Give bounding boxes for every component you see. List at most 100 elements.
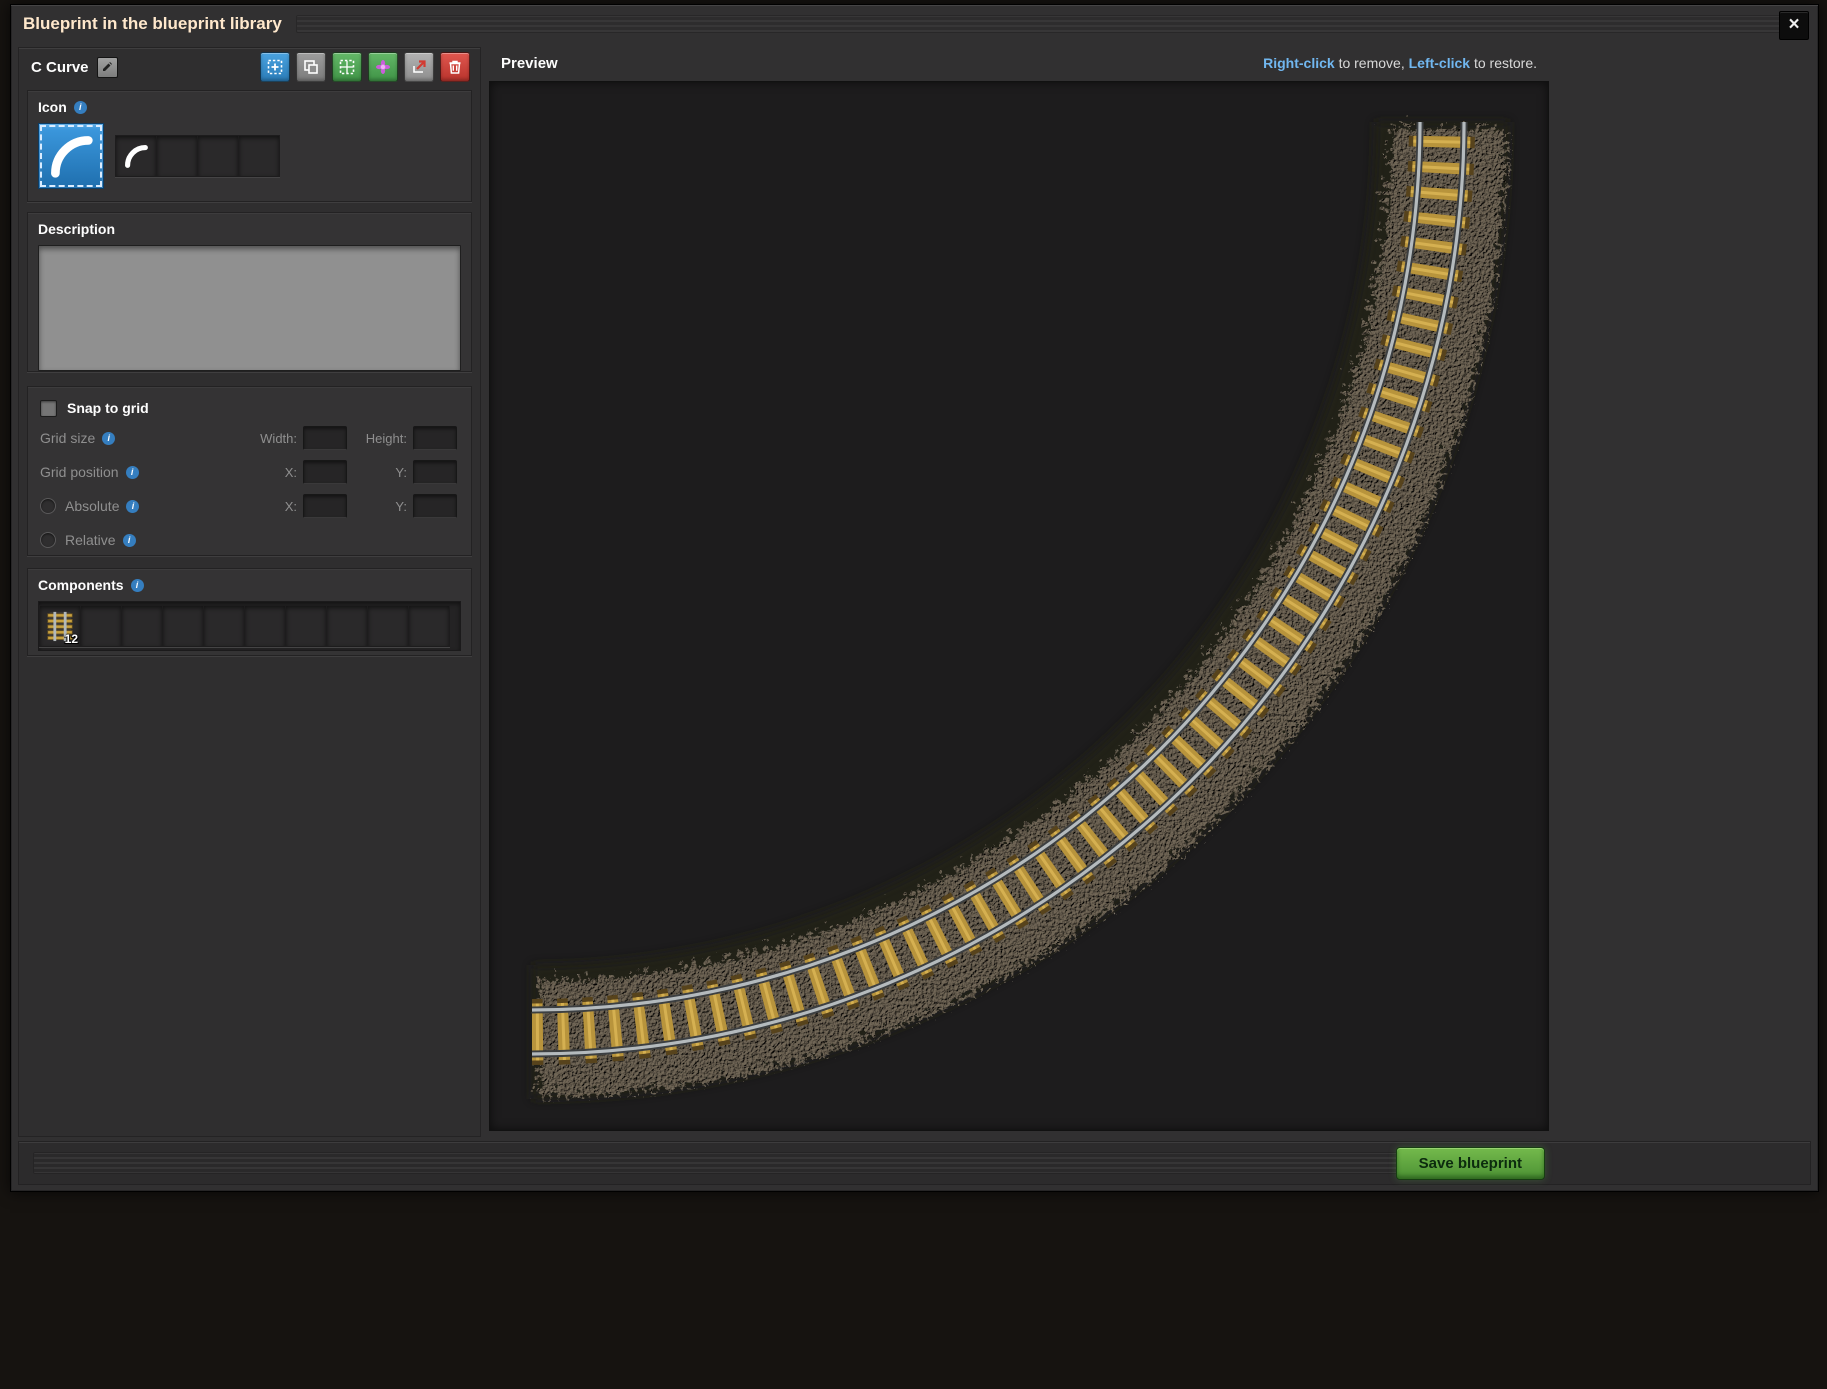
icon-slot-2[interactable] xyxy=(156,135,198,177)
grid-size-label: Grid size xyxy=(40,430,95,446)
width-label: Width: xyxy=(243,431,299,446)
preview-hint: Right-click to remove, Left-click to res… xyxy=(1263,55,1537,71)
height-label: Height: xyxy=(353,431,409,446)
action-bar: Save blueprint xyxy=(18,1141,1811,1185)
snap-to-grid-label: Snap to grid xyxy=(67,400,149,416)
hint-end: to restore. xyxy=(1470,55,1537,71)
component-slot-empty[interactable] xyxy=(121,605,163,647)
icon-label: Icon xyxy=(38,99,67,115)
grid-settings-button[interactable] xyxy=(332,52,362,82)
components-strip: 12 xyxy=(38,601,461,651)
export-arrow-icon xyxy=(410,58,428,76)
absolute-radio[interactable] xyxy=(40,498,56,514)
hint-left-click: Left-click xyxy=(1409,55,1470,71)
save-blueprint-button[interactable]: Save blueprint xyxy=(1396,1147,1545,1180)
copy-blueprint-button[interactable] xyxy=(296,52,326,82)
icon-slot-3[interactable] xyxy=(197,135,239,177)
select-new-contents-button[interactable] xyxy=(260,52,290,82)
copy-icon xyxy=(302,58,320,76)
component-slot-empty[interactable] xyxy=(244,605,286,647)
blueprint-name: C Curve xyxy=(31,59,89,76)
description-label: Description xyxy=(38,221,115,237)
description-section: Description xyxy=(27,212,472,372)
component-slot-empty[interactable] xyxy=(162,605,204,647)
preview-label: Preview xyxy=(501,55,558,72)
grid-position-y-input[interactable] xyxy=(413,460,457,484)
grid-position-x-input[interactable] xyxy=(303,460,347,484)
snap-checkbox-row: Snap to grid xyxy=(40,395,459,421)
component-slot-empty[interactable] xyxy=(285,605,327,647)
component-slot-rail[interactable]: 12 xyxy=(39,605,81,647)
icon-section: Icon i xyxy=(27,90,472,202)
grid-position-label-wrap: Grid position i xyxy=(40,464,239,480)
export-string-button[interactable] xyxy=(404,52,434,82)
icon-section-label-row: Icon i xyxy=(38,99,461,115)
info-icon: i xyxy=(126,466,139,479)
absolute-x-input[interactable] xyxy=(303,494,347,518)
footer-drag-handle[interactable] xyxy=(33,1152,1518,1174)
info-icon: i xyxy=(74,101,87,114)
rename-button[interactable] xyxy=(97,57,118,78)
preview-header: Preview Right-click to remove, Left-clic… xyxy=(489,47,1549,79)
component-slot-empty[interactable] xyxy=(203,605,245,647)
relative-row: Relative i xyxy=(40,523,459,557)
settings-panel: C Curve xyxy=(18,47,481,1137)
snap-to-grid-section: Snap to grid Grid size i Width: Height: … xyxy=(27,386,472,556)
close-button[interactable]: × xyxy=(1779,11,1809,40)
x-label: X: xyxy=(243,499,299,514)
description-input[interactable] xyxy=(38,245,461,371)
absolute-y-input[interactable] xyxy=(413,494,457,518)
grid-width-input[interactable] xyxy=(303,426,347,450)
selection-grid-icon xyxy=(266,58,284,76)
parametrize-button[interactable] xyxy=(368,52,398,82)
component-slot-empty[interactable] xyxy=(80,605,122,647)
info-icon: i xyxy=(102,432,115,445)
icon-slot-4[interactable] xyxy=(238,135,280,177)
curved-rail-icon xyxy=(122,142,150,170)
item-count-badge: 12 xyxy=(65,632,78,646)
blueprint-item-slot[interactable] xyxy=(38,123,104,189)
absolute-label: Absolute xyxy=(65,498,119,514)
curved-rail-track xyxy=(490,82,1548,1130)
blueprint-name-row: C Curve xyxy=(19,48,480,84)
absolute-label-wrap: Absolute i xyxy=(40,498,239,514)
grid-height-input[interactable] xyxy=(413,426,457,450)
x-label: X: xyxy=(243,465,299,480)
blueprint-toolbar xyxy=(260,52,470,82)
y-label: Y: xyxy=(353,499,409,514)
grid-position-label: Grid position xyxy=(40,464,119,480)
info-icon: i xyxy=(131,579,144,592)
relative-radio[interactable] xyxy=(40,532,56,548)
grid-size-row: Grid size i Width: Height: xyxy=(40,421,459,455)
relative-label-wrap: Relative i xyxy=(40,532,239,548)
dashed-grid-icon xyxy=(338,58,356,76)
info-icon: i xyxy=(123,534,136,547)
component-slot-empty[interactable] xyxy=(367,605,409,647)
blueprint-preview-area[interactable] xyxy=(489,81,1549,1131)
pencil-icon xyxy=(101,61,113,73)
hint-mid: to remove, xyxy=(1335,55,1409,71)
grid-size-label-wrap: Grid size i xyxy=(40,430,239,446)
trash-icon xyxy=(446,58,464,76)
snap-to-grid-checkbox[interactable] xyxy=(40,400,57,417)
icon-picker-slots xyxy=(116,135,280,177)
titlebar-drag-handle[interactable] xyxy=(296,15,1792,33)
component-slot-empty[interactable] xyxy=(326,605,368,647)
info-icon: i xyxy=(126,500,139,513)
flower-icon xyxy=(374,58,392,76)
relative-label: Relative xyxy=(65,532,116,548)
window-title: Blueprint in the blueprint library xyxy=(23,14,282,34)
close-icon: × xyxy=(1788,14,1799,35)
icon-slot-1[interactable] xyxy=(115,135,157,177)
y-label: Y: xyxy=(353,465,409,480)
curved-rail-icon xyxy=(45,130,97,182)
titlebar: Blueprint in the blueprint library × xyxy=(11,5,1818,43)
icon-row xyxy=(38,123,461,189)
components-section: Components i xyxy=(27,568,472,656)
absolute-row: Absolute i X: Y: xyxy=(40,489,459,523)
hint-right-click: Right-click xyxy=(1263,55,1335,71)
blueprint-dialog: Blueprint in the blueprint library × C C… xyxy=(10,4,1819,1192)
delete-blueprint-button[interactable] xyxy=(440,52,470,82)
grid-position-row: Grid position i X: Y: xyxy=(40,455,459,489)
component-slot-empty[interactable] xyxy=(408,605,450,647)
